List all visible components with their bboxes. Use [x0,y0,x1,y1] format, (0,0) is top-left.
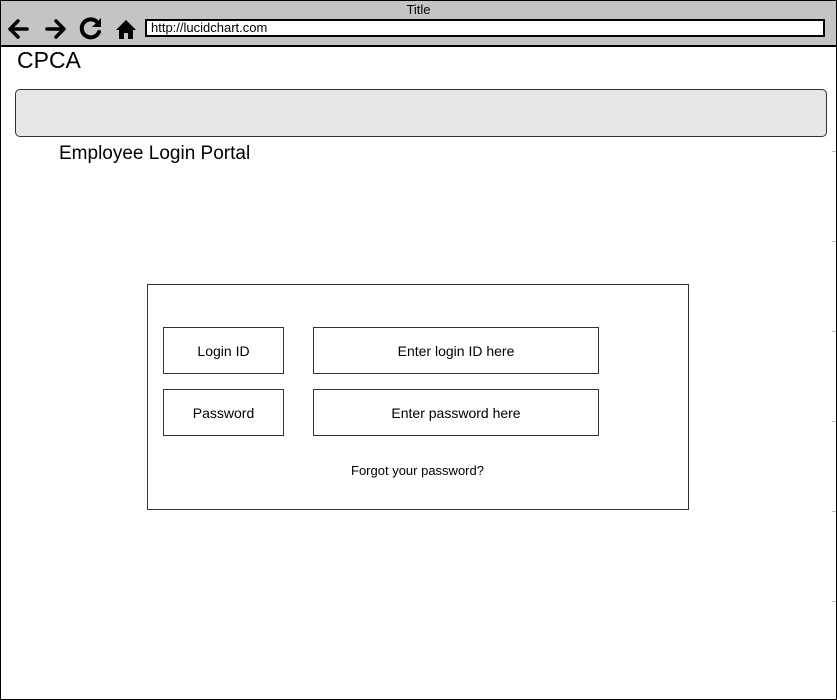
edge-marker [832,331,836,332]
refresh-icon [79,17,101,40]
password-input[interactable]: Enter password here [313,389,599,436]
home-icon [116,20,136,39]
navigation-bar [15,89,827,137]
edge-marker [832,601,836,602]
forward-button[interactable] [43,15,69,43]
forgot-password-link[interactable]: Forgot your password? [148,463,687,478]
reload-button[interactable] [78,15,104,43]
address-bar[interactable]: http://lucidchart.com [145,19,825,37]
edge-marker [832,151,836,152]
arrow-left-icon [8,19,29,39]
edge-marker [832,241,836,242]
page-title: Employee Login Portal [59,143,251,164]
login-id-label: Login ID [163,327,284,374]
back-button[interactable] [5,15,31,43]
edge-marker [832,421,836,422]
arrow-right-icon [45,19,66,39]
edge-marker [832,511,836,512]
browser-toolbar: Title http://lucidchart.com [1,1,836,47]
brand-logo-text: CPCA [17,47,81,73]
password-label: Password [163,389,284,436]
browser-window: Title http://lucidchart.com CPCA Employe [0,0,837,700]
home-button[interactable] [113,15,139,43]
login-id-input[interactable]: Enter login ID here [313,327,599,374]
login-panel: Login ID Enter login ID here Password En… [147,284,689,510]
